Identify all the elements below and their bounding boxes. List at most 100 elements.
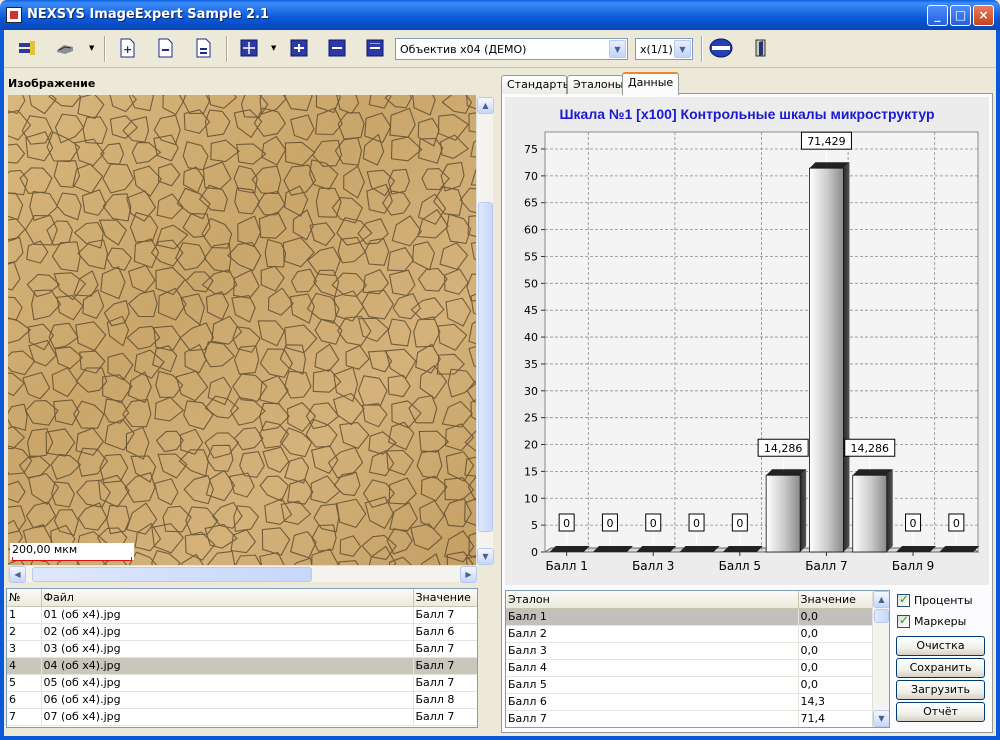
file-table-row-cell: 04 (об x4).jpg — [41, 657, 414, 675]
file-table[interactable]: № Файл Значение 1 01 (об x4).jpg Балл 7 2 02… — [6, 588, 478, 728]
clear-button[interactable]: Очистка — [896, 636, 985, 656]
image-horizontal-scrollbar[interactable]: ◀ ▶ — [8, 565, 477, 583]
etalon-table-row-cell: 14,3 — [798, 693, 873, 711]
y-tick-label: 50 — [524, 277, 538, 290]
markers-checkbox-label: Маркеры — [914, 615, 967, 628]
histogram-chart: Шкала №1 [x100] Контрольные шкалы микрос… — [505, 97, 989, 585]
add-image-button[interactable]: + — [114, 35, 140, 61]
y-tick-label: 65 — [524, 197, 538, 210]
zoom-out-button[interactable] — [362, 35, 388, 61]
file-table-row-cell: Балл 7 — [413, 674, 477, 692]
app-icon — [6, 7, 22, 23]
zoom-select[interactable]: x(1/1) ▼ — [635, 38, 693, 60]
etalon-table-row-cell: 0,0 — [798, 642, 873, 660]
x-tick-label: Балл 9 — [892, 559, 934, 573]
column-header-value[interactable]: Значение — [798, 591, 873, 609]
file-table-row[interactable]: 1 01 (об x4).jpg Балл 7 — [7, 606, 477, 624]
calibration-button[interactable] — [708, 35, 734, 61]
file-table-row-cell: 01 (об x4).jpg — [41, 606, 414, 624]
chevron-down-icon[interactable]: ▼ — [609, 40, 626, 58]
scroll-up-button[interactable]: ▲ — [873, 591, 889, 608]
zoom-out-icon — [366, 39, 384, 57]
report-button[interactable]: Отчёт — [896, 702, 985, 722]
etalon-table-row-cell: Балл 6 — [506, 693, 799, 711]
maximize-button[interactable]: □ — [950, 5, 971, 26]
bar-10[interactable] — [939, 546, 980, 552]
y-tick-label: 0 — [531, 546, 538, 559]
tab-etalons[interactable]: Эталоны — [567, 75, 623, 94]
etalon-vertical-scrollbar[interactable]: ▲ ▼ — [872, 591, 889, 727]
fit-page-button[interactable] — [324, 35, 350, 61]
column-header-number[interactable]: № — [7, 589, 42, 607]
bar-9[interactable] — [896, 546, 937, 552]
scroll-right-button[interactable]: ▶ — [460, 566, 477, 583]
bar-3[interactable] — [636, 546, 677, 552]
zoom-select-value: x(1/1) — [640, 43, 673, 56]
camera-button[interactable] — [14, 35, 40, 61]
file-table-row[interactable]: 7 07 (об x4).jpg Балл 7 — [7, 708, 477, 726]
checkbox-checked-icon[interactable] — [897, 592, 910, 607]
fit-width-icon — [290, 39, 308, 57]
file-table-row-cell: 7 — [7, 708, 42, 726]
scroll-left-button[interactable]: ◀ — [9, 566, 26, 583]
window-frame-bottom — [0, 736, 1000, 740]
file-table-row-cell: 6 — [7, 691, 42, 709]
checkbox-checked-icon[interactable] — [897, 613, 910, 628]
scroll-down-button[interactable]: ▼ — [477, 548, 494, 565]
load-button[interactable]: Загрузить — [896, 680, 985, 700]
chevron-down-icon[interactable]: ▼ — [271, 44, 276, 52]
tab-data[interactable]: Данные — [622, 72, 679, 95]
chevron-down-icon[interactable]: ▼ — [89, 44, 94, 52]
bar-5[interactable] — [722, 546, 763, 552]
save-button[interactable]: Сохранить — [896, 658, 985, 678]
data-label: 14,286 — [764, 442, 803, 455]
bar-2[interactable] — [592, 546, 633, 552]
exit-button[interactable] — [748, 35, 774, 61]
remove-image-button[interactable] — [152, 35, 178, 61]
chevron-down-icon[interactable]: ▼ — [674, 40, 691, 58]
bar-1[interactable] — [549, 546, 590, 552]
percent-checkbox-label: Проценты — [914, 594, 973, 607]
file-table-row[interactable]: 2 02 (об x4).jpg Балл 6 — [7, 623, 477, 641]
minimize-button[interactable]: _ — [927, 5, 948, 26]
scanner-button[interactable] — [52, 35, 78, 61]
file-table-row[interactable]: 6 06 (об x4).jpg Балл 8 — [7, 691, 477, 709]
bar-6[interactable] — [765, 474, 801, 553]
etalon-table-row[interactable]: Балл 4 0,0 — [506, 659, 873, 677]
etalon-table-row[interactable]: Балл 6 14,3 — [506, 693, 873, 711]
bar-7[interactable] — [809, 167, 844, 553]
microstructure-image[interactable] — [8, 95, 476, 565]
column-header-file[interactable]: Файл — [41, 589, 414, 607]
toolbar: ▼ + ▼ Объектив x04 (ДЕМО) ▼ x(1/1) ▼ — [4, 30, 996, 68]
etalon-table-row[interactable]: Балл 3 0,0 — [506, 642, 873, 660]
etalon-table-row[interactable]: Балл 1 0,0 — [506, 608, 873, 626]
file-table-row[interactable]: 4 04 (об x4).jpg Балл 7 — [7, 657, 477, 675]
title-bar[interactable]: NEXSYS ImageExpert Sample 2.1 _ □ × — [0, 0, 1000, 30]
image-vertical-scrollbar[interactable]: ▲ ▼ — [476, 97, 494, 565]
scroll-thumb[interactable] — [874, 609, 889, 623]
file-table-row[interactable]: 3 03 (об x4).jpg Балл 7 — [7, 640, 477, 658]
file-table-row-cell: 05 (об x4).jpg — [41, 674, 414, 692]
image-options-button[interactable] — [190, 35, 216, 61]
column-header-value[interactable]: Значение — [413, 589, 477, 607]
bar-4[interactable] — [679, 546, 720, 552]
tab-standards[interactable]: Стандарты — [501, 75, 571, 94]
crosshair-button[interactable] — [236, 35, 262, 61]
close-button[interactable]: × — [973, 5, 994, 26]
etalon-table[interactable]: Эталон Значение Балл 1 0,0 Балл 2 0,0 Балл 3… — [505, 590, 890, 728]
etalon-table-row[interactable]: Балл 2 0,0 — [506, 625, 873, 643]
scroll-thumb[interactable] — [32, 567, 312, 582]
objective-select[interactable]: Объектив x04 (ДЕМО) ▼ — [395, 38, 628, 60]
scroll-thumb[interactable] — [478, 202, 493, 532]
file-table-row-cell: 3 — [7, 640, 42, 658]
scroll-down-button[interactable]: ▼ — [873, 710, 889, 727]
bar-8[interactable] — [852, 474, 888, 553]
objective-select-value: Объектив x04 (ДЕМО) — [400, 43, 527, 56]
column-header-etalon[interactable]: Эталон — [506, 591, 799, 609]
x-tick-label: Балл 1 — [545, 559, 587, 573]
etalon-table-row[interactable]: Балл 7 71,4 — [506, 710, 873, 727]
fit-width-button[interactable] — [286, 35, 312, 61]
file-table-row[interactable]: 5 05 (об x4).jpg Балл 7 — [7, 674, 477, 692]
etalon-table-row[interactable]: Балл 5 0,0 — [506, 676, 873, 694]
scroll-up-button[interactable]: ▲ — [477, 97, 494, 114]
